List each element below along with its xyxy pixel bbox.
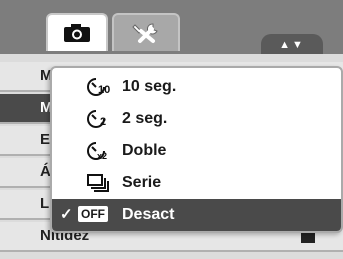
popup-item-label: Serie: [122, 174, 162, 191]
tab-camera[interactable]: [46, 13, 108, 51]
svg-text:x2: x2: [97, 151, 107, 161]
popup-item-2s[interactable]: 2 2 seg.: [52, 103, 341, 135]
self-timer-2s-icon: 2: [87, 110, 106, 128]
menu-row-label: E: [40, 131, 51, 148]
camera-icon: [64, 24, 90, 42]
tab-bar: ▲▼: [0, 0, 343, 54]
popup-item-10s[interactable]: 10 10 seg.: [52, 71, 341, 103]
popup-item-double[interactable]: x2 Doble: [52, 135, 341, 167]
off-icon: OFF: [78, 206, 108, 222]
self-timer-10s-icon: 10: [87, 78, 110, 96]
popup-item-label: 2 seg.: [122, 110, 168, 127]
popup-item-off[interactable]: ✓ OFF Desact: [52, 199, 341, 231]
menu-row-label: L: [40, 195, 50, 212]
svg-text:10: 10: [98, 84, 110, 96]
self-timer-popup: 10 10 seg. 2 2 seg. x2 Doble Serie ✓ OFF…: [50, 66, 343, 233]
setup-tools-icon: [132, 23, 158, 43]
popup-item-label: Desact: [122, 206, 175, 223]
self-timer-double-icon: x2: [87, 142, 107, 161]
check-icon: ✓: [60, 206, 73, 223]
popup-item-series[interactable]: Serie: [52, 167, 341, 199]
camera-menu-screen: ▲▼ M M E Á L Nitidez 10 10 seg. 2 2 seg.…: [0, 0, 343, 259]
popup-item-label: Doble: [122, 142, 167, 159]
tab-setup[interactable]: [112, 13, 180, 51]
scroll-indicator[interactable]: ▲▼: [261, 34, 323, 54]
popup-item-label: 10 seg.: [122, 78, 177, 95]
burst-series-icon: [87, 174, 109, 192]
svg-text:2: 2: [100, 116, 106, 128]
